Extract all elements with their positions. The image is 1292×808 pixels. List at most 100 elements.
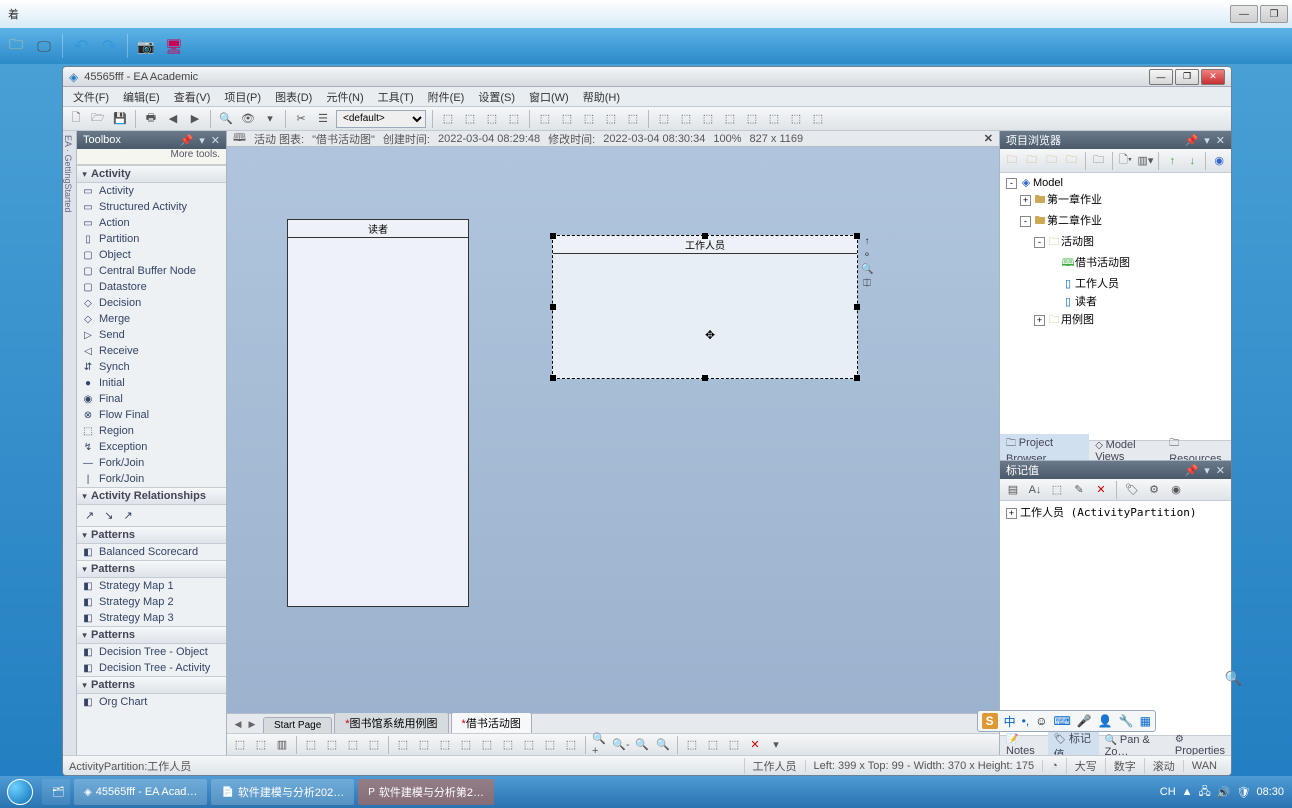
task-ea[interactable]: ◈ 45565fff - EA Acad…	[74, 779, 207, 805]
toolbox-item[interactable]: ▭Action	[77, 215, 226, 231]
tb-misc14[interactable]: ⬚	[743, 110, 761, 128]
tag-header[interactable]: 标记值 📌▾✕	[1000, 461, 1231, 479]
close-icon[interactable]: ✕	[1216, 464, 1225, 477]
bt-new[interactable]: 🗋▾	[1117, 152, 1135, 170]
bt-4[interactable]: 🗀	[1063, 152, 1081, 170]
tb-misc2[interactable]: ⬚	[461, 110, 479, 128]
dtb-12[interactable]: ⬚	[478, 736, 496, 754]
ime-mic[interactable]: 🎤	[1077, 714, 1092, 728]
tab-notes[interactable]: 📝 Notes	[1000, 732, 1048, 755]
ime-toolbar[interactable]: S 中 •, ☺ ⌨ 🎤 👤 🔧 ▦	[977, 710, 1156, 732]
search-icon[interactable]: 🔍	[217, 110, 235, 128]
toolbox-item[interactable]: ◧Strategy Map 2	[77, 594, 226, 610]
bt-5[interactable]: 🗀	[1090, 152, 1108, 170]
task-doc1[interactable]: 📄 软件建模与分析202…	[211, 779, 354, 805]
tb-misc5[interactable]: ⬚	[536, 110, 554, 128]
tray-sound-icon[interactable]: 🔊	[1217, 786, 1231, 799]
menu-addin[interactable]: 附件(E)	[422, 87, 471, 107]
menu-diagram[interactable]: 图表(D)	[269, 87, 318, 107]
dtb-6[interactable]: ⬚	[344, 736, 362, 754]
toolbox-item[interactable]: ⇵Synch	[77, 359, 226, 375]
tree-reader[interactable]: 读者	[1075, 296, 1097, 308]
toolbox-item[interactable]: ◇Merge	[77, 311, 226, 327]
ime-tool[interactable]: 🔧	[1119, 714, 1134, 728]
ime-keyboard[interactable]: ⌨	[1053, 714, 1070, 728]
diagram-canvas[interactable]: 读者 工作人员 ↑ ⚬ 🔍 ⎅	[227, 147, 999, 713]
tb-misc9[interactable]: ⬚	[624, 110, 642, 128]
open-icon[interactable]: 🗁	[89, 110, 107, 128]
tb-misc11[interactable]: ⬚	[677, 110, 695, 128]
tree-diagram[interactable]: 借书活动图	[1075, 257, 1130, 269]
dtb-8[interactable]: ⬚	[394, 736, 412, 754]
tb-misc10[interactable]: ⬚	[655, 110, 673, 128]
tab-activity[interactable]: *借书活动图	[451, 712, 532, 733]
bt-globe[interactable]: ◉	[1210, 152, 1228, 170]
system-tray[interactable]: CH ▲ 🖧 🔊 🛡 08:30	[1152, 783, 1292, 802]
bt-1[interactable]: 🗀	[1003, 152, 1021, 170]
arrow-up-icon[interactable]: ↑	[861, 236, 873, 248]
tb-misc7[interactable]: ⬚	[580, 110, 598, 128]
tab-nav[interactable]: ◀▶	[231, 719, 259, 733]
pin-icon[interactable]: 📌	[1185, 464, 1199, 477]
tt-6[interactable]: 🏷	[1123, 481, 1141, 499]
titlebar[interactable]: ◈ 45565fff - EA Academic — ❐ ✕	[63, 67, 1231, 87]
tb-misc6[interactable]: ⬚	[558, 110, 576, 128]
toolbox-item[interactable]: |Fork/Join	[77, 471, 226, 487]
menu-tools[interactable]: 工具(T)	[372, 87, 420, 107]
tray-shield-icon[interactable]: 🛡	[1237, 786, 1251, 799]
tt-5[interactable]: ✕	[1092, 481, 1110, 499]
tb-misc13[interactable]: ⬚	[721, 110, 739, 128]
toolbox-item[interactable]: —Fork/Join	[77, 455, 226, 471]
ime-punct[interactable]: •,	[1022, 714, 1030, 728]
dtb-7[interactable]: ⬚	[365, 736, 383, 754]
zoom-icon[interactable]: 🔍	[861, 264, 873, 276]
toolbox-item[interactable]: ▢Datastore	[77, 279, 226, 295]
toolbox-item[interactable]: ▭Structured Activity	[77, 199, 226, 215]
back-icon[interactable]: ◀	[164, 110, 182, 128]
restore-button[interactable]: ❐	[1175, 69, 1199, 85]
more-tools[interactable]: More tools.	[77, 149, 226, 165]
toolbox-item[interactable]: ▷Send	[77, 327, 226, 343]
dropdown-icon[interactable]: ▾	[199, 134, 205, 147]
toolbox-section[interactable]: Patterns	[77, 526, 226, 544]
dtb-100[interactable]: 🔍	[654, 736, 672, 754]
toolbox-item[interactable]: ●Initial	[77, 375, 226, 391]
menu-project[interactable]: 项目(P)	[218, 87, 267, 107]
print-icon[interactable]: 🖶	[142, 110, 160, 128]
toolbox-rel-item[interactable]: ↘	[104, 509, 113, 522]
anchor-icon[interactable]: ⎅	[861, 278, 873, 290]
dtb-17[interactable]: ⬚	[683, 736, 701, 754]
tb-misc15[interactable]: ⬚	[765, 110, 783, 128]
default-select[interactable]: <default>	[336, 110, 426, 128]
dtb-15[interactable]: ⬚	[541, 736, 559, 754]
menu-help[interactable]: 帮助(H)	[577, 87, 626, 107]
toolbox-item[interactable]: ↯Exception	[77, 439, 226, 455]
toolbox-item[interactable]: ▢Object	[77, 247, 226, 263]
tb-misc17[interactable]: ⬚	[809, 110, 827, 128]
toolbox-item[interactable]: ◧Decision Tree - Activity	[77, 660, 226, 676]
menu-window[interactable]: 窗口(W)	[523, 87, 575, 107]
tree-model[interactable]: Model	[1033, 177, 1063, 189]
toolbox-item[interactable]: ◧Org Chart	[77, 694, 226, 710]
tt-1[interactable]: ▤	[1004, 481, 1022, 499]
task-ppt[interactable]: P 软件建模与分析第2…	[358, 779, 494, 805]
dtb-4[interactable]: ⬚	[302, 736, 320, 754]
dtb-delete[interactable]: ✕	[746, 736, 764, 754]
tray-flag-icon[interactable]: ▲	[1182, 786, 1193, 798]
toolbox-item[interactable]: ⊗Flow Final	[77, 407, 226, 423]
tag-body[interactable]: + 工作人员 (ActivityPartition)	[1000, 501, 1231, 735]
share-icon[interactable]: 🖥	[164, 36, 184, 56]
pin-icon[interactable]: 📌	[180, 134, 194, 147]
partition-reader[interactable]: 读者	[287, 219, 469, 607]
tab-pan[interactable]: 🔍 Pan & Zo…	[1099, 732, 1169, 756]
start-button[interactable]	[0, 776, 40, 808]
dtb-14[interactable]: ⬚	[520, 736, 538, 754]
menu-view[interactable]: 查看(V)	[168, 87, 217, 107]
dropdown-icon[interactable]: ▾	[1204, 134, 1210, 147]
camera-icon[interactable]: 📷	[136, 36, 156, 56]
toolbox-item[interactable]: ◇Decision	[77, 295, 226, 311]
minimize-button[interactable]: —	[1149, 69, 1173, 85]
tt-4[interactable]: ✎	[1070, 481, 1088, 499]
dropdown-icon[interactable]: ▾	[1204, 464, 1210, 477]
menu-file[interactable]: 文件(F)	[67, 87, 115, 107]
